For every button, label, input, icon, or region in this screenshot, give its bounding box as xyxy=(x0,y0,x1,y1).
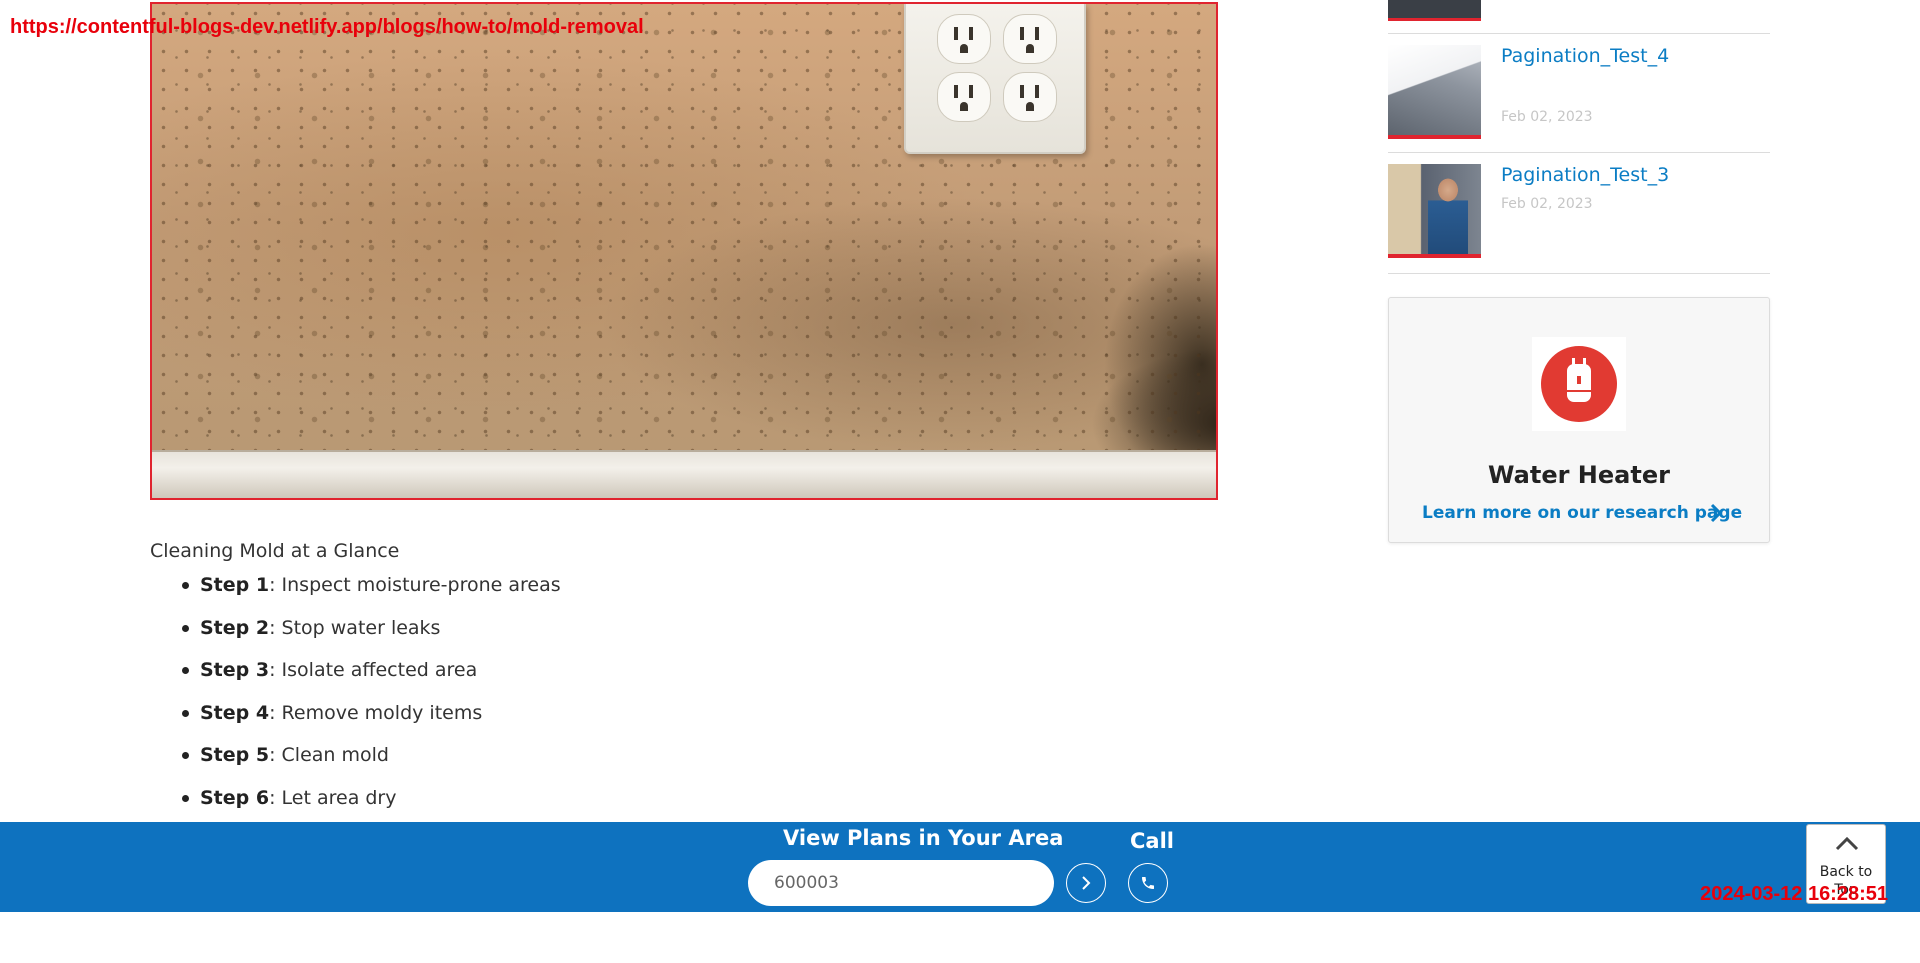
bullet-icon xyxy=(182,752,189,759)
glance-heading: Cleaning Mold at a Glance xyxy=(150,540,400,562)
call-label: Call xyxy=(1130,829,1174,853)
url-overlay: https://contentful-blogs-dev.netlify.app… xyxy=(10,16,644,38)
research-page-link[interactable]: Learn more on our research page xyxy=(1422,503,1742,523)
chevron-up-icon xyxy=(1835,836,1859,851)
timestamp-overlay: 2024-03-12 16:28:51 xyxy=(1700,883,1888,905)
bullet-icon xyxy=(182,794,189,802)
list-item: Step 5: Clean mold xyxy=(182,742,1150,785)
step-label: Step 6 xyxy=(200,786,270,809)
water-heater-glyph xyxy=(1567,358,1591,402)
list-item: Step 2: Stop water leaks xyxy=(182,615,1150,658)
chevron-right-icon[interactable] xyxy=(1709,502,1723,530)
step-label: Step 3 xyxy=(200,659,270,681)
step-label: Step 1 xyxy=(200,574,270,596)
post-title-link[interactable]: Pagination_Test_4 xyxy=(1501,45,1669,67)
bullet-icon xyxy=(182,709,189,717)
call-button[interactable] xyxy=(1128,863,1168,903)
promo-title: Water Heater xyxy=(1488,461,1670,489)
sticky-bottom-bar: View Plans in Your Area Call Back to Top xyxy=(0,822,1920,912)
water-heater-card: Water Heater Learn more on our research … xyxy=(1388,297,1770,543)
sidebar-recent-posts: Pagination_Test_4 Feb 02, 2023 Paginatio… xyxy=(1388,0,1770,274)
step-label: Step 2 xyxy=(200,616,270,639)
post-title-link[interactable]: Pagination_Test_3 xyxy=(1501,164,1669,186)
list-item: Step 1: Inspect moisture-prone areas xyxy=(182,572,1150,615)
zip-submit-button[interactable] xyxy=(1066,863,1106,903)
step-text: : Remove moldy items xyxy=(269,701,483,724)
post-thumbnail[interactable] xyxy=(1388,164,1481,258)
zip-code-input[interactable] xyxy=(748,860,1054,906)
sidebar-post-partial[interactable] xyxy=(1388,0,1770,34)
list-item: Step 6: Let area dry xyxy=(182,785,1150,828)
baseboard xyxy=(152,450,1216,498)
step-label: Step 5 xyxy=(200,744,270,766)
sidebar-post[interactable]: Pagination_Test_3 Feb 02, 2023 xyxy=(1388,153,1770,274)
post-thumbnail[interactable] xyxy=(1388,45,1481,139)
bullet-icon xyxy=(182,582,189,589)
step-label: Step 4 xyxy=(200,701,270,724)
list-item: Step 3: Isolate affected area xyxy=(182,657,1150,700)
mold-hero-image xyxy=(150,2,1218,500)
list-item: Step 4: Remove moldy items xyxy=(182,700,1150,743)
chevron-right-icon xyxy=(1082,876,1091,890)
wall-outlet-image xyxy=(904,4,1086,154)
step-text: : Isolate affected area xyxy=(269,659,478,681)
bullet-icon xyxy=(182,667,189,674)
post-thumbnail[interactable] xyxy=(1388,0,1481,21)
sidebar-post[interactable]: Pagination_Test_4 Feb 02, 2023 xyxy=(1388,34,1770,153)
phone-icon xyxy=(1142,877,1154,889)
step-text: : Inspect moisture-prone areas xyxy=(269,574,561,596)
article-body: Cleaning Mold at a Glance Step 1: Inspec… xyxy=(150,540,1150,827)
post-date: Feb 02, 2023 xyxy=(1501,196,1593,212)
icon-circle xyxy=(1541,346,1617,422)
step-text: : Clean mold xyxy=(269,744,389,766)
water-heater-icon xyxy=(1532,337,1626,431)
step-text: : Let area dry xyxy=(269,786,397,809)
zip-heading: View Plans in Your Area xyxy=(783,826,1064,850)
steps-list: Step 1: Inspect moisture-prone areas Ste… xyxy=(150,572,1150,827)
bullet-icon xyxy=(182,624,189,632)
step-text: : Stop water leaks xyxy=(269,616,441,639)
post-date: Feb 02, 2023 xyxy=(1501,109,1593,125)
